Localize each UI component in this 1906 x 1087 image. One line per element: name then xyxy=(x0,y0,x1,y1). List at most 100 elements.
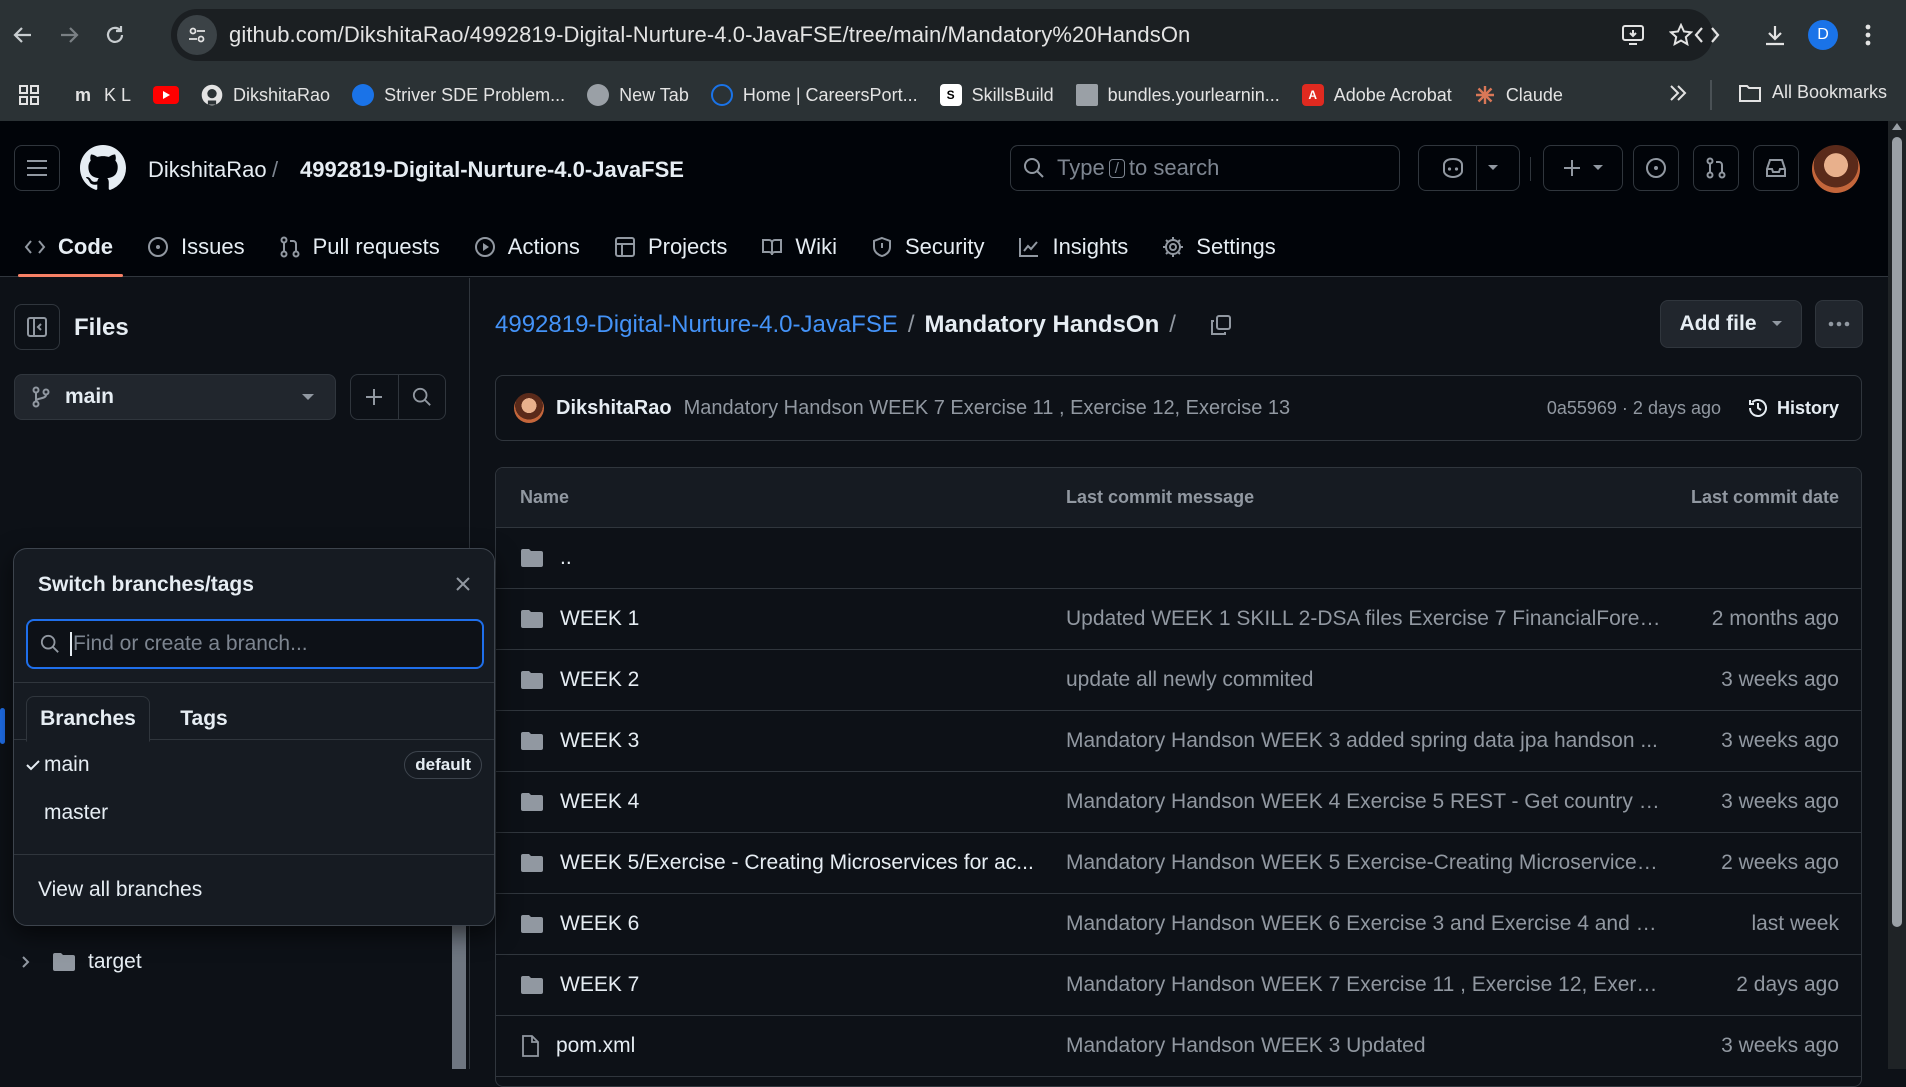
file-name-cell[interactable]: WEEK 5/Exercise - Creating Microservices… xyxy=(520,851,1034,875)
breadcrumb-repo-link[interactable]: 4992819-Digital-Nurture-4.0-JavaFSE xyxy=(495,311,898,339)
close-button[interactable] xyxy=(450,571,476,597)
more-options-button[interactable] xyxy=(1815,300,1863,348)
tab-issues[interactable]: Issues xyxy=(147,217,245,277)
tab-insights[interactable]: Insights xyxy=(1018,217,1128,277)
bookmark-item[interactable]: bundles.yourlearnin... xyxy=(1075,84,1280,106)
hamburger-icon xyxy=(27,160,47,176)
commit-message-cell[interactable]: Mandatory Handson WEEK 3 Updated xyxy=(1066,1034,1666,1058)
commit-message-cell[interactable]: update all newly commited xyxy=(1066,668,1666,692)
table-row[interactable]: WEEK 7 Mandatory Handson WEEK 7 Exercise … xyxy=(496,955,1861,1016)
add-file-label: Add file xyxy=(1679,312,1757,335)
url-text[interactable]: github.com/DikshitaRao/4992819-Digital-N… xyxy=(229,22,1190,48)
address-bar[interactable]: github.com/DikshitaRao/4992819-Digital-N… xyxy=(171,9,1713,61)
reload-button[interactable] xyxy=(92,12,138,58)
table-row[interactable]: .. xyxy=(496,528,1861,589)
folder-icon xyxy=(52,952,76,972)
tab-label: Security xyxy=(904,234,985,259)
branch-filter-input[interactable]: Find or create a branch... xyxy=(26,619,484,669)
commit-meta[interactable]: 0a55969 · 2 days ago xyxy=(1547,398,1721,419)
table-row[interactable]: WEEK 6 Mandatory Handson WEEK 6 Exercise … xyxy=(496,894,1861,955)
table-row[interactable]: WEEK 1 Updated WEEK 1 SKILL 2-DSA files E… xyxy=(496,589,1861,650)
table-row[interactable]: WEEK 4 Mandatory Handson WEEK 4 Exercise … xyxy=(496,772,1861,833)
add-file-button[interactable] xyxy=(351,375,399,419)
commit-message-cell[interactable]: Mandatory Handson WEEK 4 Exercise 5 REST… xyxy=(1066,790,1666,814)
tree-item[interactable]: target xyxy=(0,938,470,986)
inbox-button[interactable] xyxy=(1753,145,1799,191)
tab-wiki[interactable]: Wiki xyxy=(761,217,837,277)
tab-projects[interactable]: Projects xyxy=(614,217,727,277)
bookmark-item[interactable]: DikshitaRao xyxy=(201,84,330,106)
table-row[interactable]: WEEK 5/Exercise - Creating Microservices… xyxy=(496,833,1861,894)
bookmark-item[interactable]: Striver SDE Problem... xyxy=(352,84,565,106)
bookmark-item[interactable] xyxy=(153,86,180,104)
more-bookmarks-icon[interactable] xyxy=(1668,82,1688,104)
file-name-cell[interactable]: pom.xml xyxy=(520,1034,635,1058)
commit-message-cell[interactable]: Mandatory Handson WEEK 6 Exercise 3 and … xyxy=(1066,912,1666,936)
create-new-button[interactable] xyxy=(1543,145,1623,191)
downloads-icon[interactable] xyxy=(1752,12,1798,58)
file-name-cell[interactable]: WEEK 3 xyxy=(520,729,639,753)
pull-requests-button[interactable] xyxy=(1693,145,1739,191)
browser-menu-icon[interactable] xyxy=(1848,12,1888,58)
forward-button[interactable] xyxy=(46,12,92,58)
tab-actions[interactable]: Actions xyxy=(474,217,580,277)
file-name-cell[interactable]: WEEK 4 xyxy=(520,790,639,814)
install-app-icon[interactable] xyxy=(1613,15,1653,55)
branch-item-master[interactable]: master xyxy=(14,790,494,836)
collapse-sidebar-button[interactable] xyxy=(14,304,60,350)
branch-item-main[interactable]: main default xyxy=(14,742,494,788)
commit-message-cell[interactable]: Mandatory Handson WEEK 5 Exercise-Creati… xyxy=(1066,851,1666,875)
history-button[interactable]: History xyxy=(1747,397,1839,419)
github-logo-icon[interactable] xyxy=(80,145,126,191)
add-file-button[interactable]: Add file xyxy=(1660,300,1802,348)
all-bookmarks-button[interactable]: All Bookmarks xyxy=(1738,82,1887,103)
menu-button[interactable] xyxy=(14,145,60,191)
commit-message[interactable]: Mandatory Handson WEEK 7 Exercise 11 , E… xyxy=(684,397,1291,420)
apps-grid-icon[interactable] xyxy=(6,84,52,106)
scroll-up-arrow[interactable] xyxy=(1892,123,1902,130)
repo-name-link[interactable]: 4992819-Digital-Nurture-4.0-JavaFSE xyxy=(300,157,684,183)
tab-tags[interactable]: Tags xyxy=(164,696,244,742)
issues-button[interactable] xyxy=(1633,145,1679,191)
profile-avatar[interactable]: D xyxy=(1808,20,1838,50)
commit-author-avatar[interactable] xyxy=(514,393,544,423)
commit-message-cell[interactable]: Updated WEEK 1 SKILL 2-DSA files Exercis… xyxy=(1066,607,1666,631)
repo-owner-link[interactable]: DikshitaRao xyxy=(148,157,267,183)
bookmark-item[interactable]: A Adobe Acrobat xyxy=(1301,84,1452,106)
back-button[interactable] xyxy=(0,12,46,58)
acrobat-icon: A xyxy=(1301,84,1324,106)
table-row[interactable]: pom.xml Mandatory Handson WEEK 3 Updated 3… xyxy=(496,1016,1861,1077)
code-view-icon[interactable] xyxy=(1684,12,1730,58)
tab-security[interactable]: Security xyxy=(871,217,984,277)
file-name-cell[interactable]: WEEK 2 xyxy=(520,668,639,692)
file-name-cell[interactable]: .. xyxy=(520,546,572,570)
bookmark-item[interactable]: Claude xyxy=(1474,84,1563,106)
page-scrollbar[interactable] xyxy=(1888,121,1906,1069)
tab-branches[interactable]: Branches xyxy=(26,696,150,742)
tab-settings[interactable]: Settings xyxy=(1162,217,1276,277)
file-name-cell[interactable]: WEEK 6 xyxy=(520,912,639,936)
branch-select-button[interactable]: main xyxy=(14,374,336,420)
scrollbar-thumb[interactable] xyxy=(1892,137,1902,927)
commit-message-cell[interactable]: Mandatory Handson WEEK 7 Exercise 11 , E… xyxy=(1066,973,1666,997)
tab-code[interactable]: Code xyxy=(18,217,123,277)
file-name-cell[interactable]: WEEK 7 xyxy=(520,973,639,997)
bookmark-item[interactable]: New Tab xyxy=(587,84,689,106)
bookmark-item[interactable]: mK L xyxy=(72,84,131,106)
bookmark-item[interactable]: Home | CareersPort... xyxy=(710,84,918,106)
file-name-cell[interactable]: WEEK 1 xyxy=(520,607,639,631)
bookmark-item[interactable]: S SkillsBuild xyxy=(939,84,1054,106)
shield-icon xyxy=(871,236,893,258)
view-all-branches-link[interactable]: View all branches xyxy=(14,854,494,925)
copy-path-button[interactable] xyxy=(1206,310,1236,340)
site-info-icon[interactable] xyxy=(177,15,217,55)
table-row[interactable]: WEEK 3 Mandatory Handson WEEK 3 added spr… xyxy=(496,711,1861,772)
user-avatar[interactable] xyxy=(1812,145,1860,193)
copilot-button[interactable] xyxy=(1418,145,1520,191)
search-files-button[interactable] xyxy=(399,375,446,419)
search-input[interactable]: Type / to search xyxy=(1010,145,1400,191)
tab-pull-requests[interactable]: Pull requests xyxy=(279,217,440,277)
commit-author[interactable]: DikshitaRao xyxy=(556,397,672,420)
commit-message-cell[interactable]: Mandatory Handson WEEK 3 added spring da… xyxy=(1066,729,1666,753)
table-row[interactable]: WEEK 2 update all newly commited 3 weeks a… xyxy=(496,650,1861,711)
